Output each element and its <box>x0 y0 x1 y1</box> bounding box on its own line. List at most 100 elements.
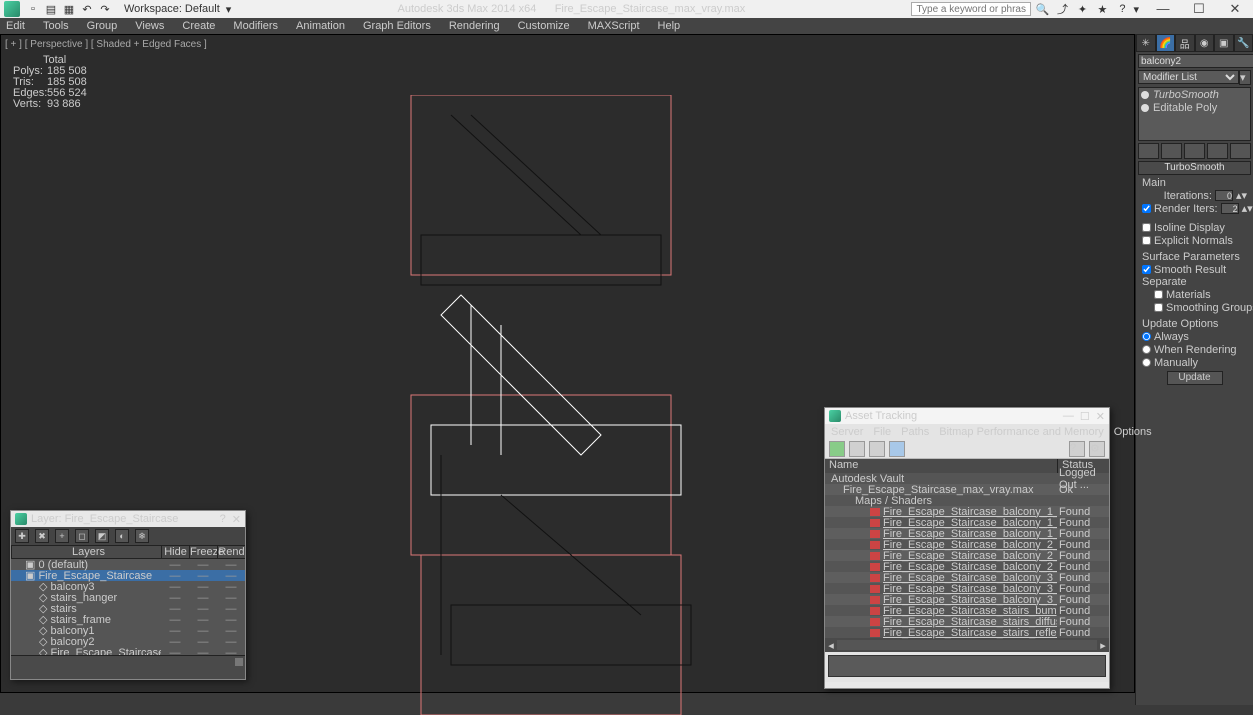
column-header[interactable]: Layers <box>11 546 161 558</box>
make-unique-button[interactable] <box>1184 143 1205 159</box>
layer-scrollbar[interactable] <box>11 655 245 667</box>
asset-row[interactable]: Maps / Shaders <box>825 495 1109 506</box>
asset-row[interactable]: Fire_Escape_Staircase_max_vray.maxOk <box>825 484 1109 495</box>
close-icon[interactable]: ✕ <box>1096 410 1105 423</box>
favorite-icon[interactable]: ★ <box>1093 1 1111 17</box>
render-iters-checkbox[interactable] <box>1142 204 1151 213</box>
workspace-dropdown[interactable]: Workspace: Default <box>118 3 226 15</box>
column-header[interactable]: Rend <box>217 546 245 558</box>
menu-item[interactable]: Server <box>831 426 863 438</box>
new-icon[interactable]: ▫ <box>24 1 42 17</box>
menu-item[interactable]: Group <box>87 20 118 32</box>
help-icon[interactable]: ? <box>1113 1 1131 17</box>
refresh-button[interactable] <box>829 441 845 457</box>
asset-row[interactable]: Fire_Escape_Staircase_balcony_3_diffuse.… <box>825 583 1109 594</box>
menu-item[interactable]: Help <box>658 20 681 32</box>
scroll-track[interactable] <box>837 640 1097 650</box>
column-header[interactable]: Name <box>825 459 1057 473</box>
show-end-result-button[interactable] <box>1161 143 1182 159</box>
open-icon[interactable]: ▤ <box>42 1 60 17</box>
save-icon[interactable]: ▦ <box>60 1 78 17</box>
asset-row[interactable]: Fire_Escape_Staircase_balcony_3_reflecti… <box>825 594 1109 605</box>
delete-layer-button[interactable]: ✖ <box>35 529 49 543</box>
update-manually-radio[interactable] <box>1142 358 1151 367</box>
modifier-list-dropdown[interactable]: Modifier List <box>1138 70 1239 84</box>
menu-item[interactable]: File <box>873 426 891 438</box>
remove-modifier-button[interactable] <box>1207 143 1228 159</box>
layer-dialog-titlebar[interactable]: Layer: Fire_Escape_Staircase ?✕ <box>11 511 245 527</box>
menu-item[interactable]: Edit <box>6 20 25 32</box>
highlight-button[interactable]: ◩ <box>95 529 109 543</box>
menu-item[interactable]: Bitmap Performance and Memory <box>939 426 1103 438</box>
menu-item[interactable]: Animation <box>296 20 345 32</box>
link-icon[interactable]: ⤴ <box>1053 1 1071 17</box>
asset-dialog-titlebar[interactable]: Asset Tracking —☐✕ <box>825 408 1109 424</box>
menu-item[interactable]: Views <box>135 20 164 32</box>
close-icon[interactable]: ✕ <box>232 513 241 526</box>
asset-tracking-dialog[interactable]: Asset Tracking —☐✕ ServerFilePathsBitmap… <box>824 407 1110 689</box>
update-always-radio[interactable] <box>1142 332 1151 341</box>
menu-item[interactable]: Customize <box>518 20 570 32</box>
tab-modify[interactable]: 🌈 <box>1156 34 1176 52</box>
undo-icon[interactable]: ↶ <box>78 1 96 17</box>
share-icon[interactable]: ✦ <box>1073 1 1091 17</box>
layer-dialog[interactable]: Layer: Fire_Escape_Staircase ?✕ ✚ ✖ + ◻ … <box>10 510 246 680</box>
help-icon[interactable]: ? <box>220 513 226 526</box>
asset-row[interactable]: Fire_Escape_Staircase_balcony_2_reflecti… <box>825 561 1109 572</box>
menu-item[interactable]: Create <box>182 20 215 32</box>
add-to-layer-button[interactable]: + <box>55 529 69 543</box>
layer-tree[interactable]: ▣ 0 (default)———▣ Fire_Escape_Staircase—… <box>11 559 245 655</box>
menu-item[interactable]: MAXScript <box>588 20 640 32</box>
configure-sets-button[interactable] <box>1230 143 1251 159</box>
maximize-icon[interactable]: ☐ <box>1080 410 1090 423</box>
smoothing-groups-checkbox[interactable] <box>1154 303 1163 312</box>
column-header[interactable]: Freeze <box>189 546 217 558</box>
tab-utilities[interactable]: 🔧 <box>1234 34 1253 52</box>
layer-row[interactable]: ◇ Fire_Escape_Staircase——— <box>11 647 245 655</box>
asset-row[interactable]: Fire_Escape_Staircase_balcony_1_diffuse.… <box>825 517 1109 528</box>
tab-display[interactable]: ▣ <box>1214 34 1234 52</box>
asset-row[interactable]: Fire_Escape_Staircase_balcony_1_bump.png… <box>825 506 1109 517</box>
list-view-button[interactable] <box>889 441 905 457</box>
menu-item[interactable]: Rendering <box>449 20 500 32</box>
freeze-unfreeze-button[interactable]: ❄ <box>135 529 149 543</box>
menu-item[interactable]: Modifiers <box>233 20 278 32</box>
column-header[interactable]: Hide <box>161 546 189 558</box>
tab-hierarchy[interactable]: 品 <box>1175 34 1195 52</box>
asset-list[interactable]: Autodesk VaultLogged Out ...Fire_Escape_… <box>825 473 1109 638</box>
pin-stack-button[interactable] <box>1138 143 1159 159</box>
tab-create[interactable]: ✳ <box>1136 34 1156 52</box>
help-button[interactable]: ? <box>1069 441 1085 457</box>
asset-row[interactable]: Fire_Escape_Staircase_balcony_1_reflecti… <box>825 528 1109 539</box>
settings-button[interactable]: ⚙ <box>1089 441 1105 457</box>
modifier-stack[interactable]: TurboSmooth Editable Poly <box>1138 87 1251 141</box>
bulb-icon[interactable] <box>1141 91 1149 99</box>
select-objects-button[interactable]: ◻ <box>75 529 89 543</box>
minimize-icon[interactable]: — <box>1063 410 1074 423</box>
maximize-button[interactable]: ☐ <box>1185 1 1213 17</box>
explicit-normals-checkbox[interactable] <box>1142 236 1151 245</box>
update-button[interactable]: Update <box>1167 371 1223 385</box>
smooth-result-checkbox[interactable] <box>1142 265 1151 274</box>
bulb-icon[interactable] <box>1141 104 1149 112</box>
tab-motion[interactable]: ◉ <box>1195 34 1215 52</box>
scroll-right-icon[interactable]: ▸ <box>1097 639 1109 652</box>
asset-scrollbar[interactable]: ◂ ▸ <box>825 638 1109 652</box>
asset-row[interactable]: Fire_Escape_Staircase_balcony_2_bump.png… <box>825 539 1109 550</box>
redo-icon[interactable]: ↷ <box>96 1 114 17</box>
asset-row[interactable]: Autodesk VaultLogged Out ... <box>825 473 1109 484</box>
menu-item[interactable]: Graph Editors <box>363 20 431 32</box>
menu-item[interactable]: Tools <box>43 20 69 32</box>
update-when-rendering-radio[interactable] <box>1142 345 1151 354</box>
materials-checkbox[interactable] <box>1154 290 1163 299</box>
new-layer-button[interactable]: ✚ <box>15 529 29 543</box>
asset-row[interactable]: Fire_Escape_Staircase_balcony_3_bump.png… <box>825 572 1109 583</box>
menu-item[interactable]: Options <box>1114 426 1152 438</box>
search-input[interactable] <box>911 2 1031 16</box>
table-view-button[interactable] <box>869 441 885 457</box>
tree-view-button[interactable] <box>849 441 865 457</box>
minimize-button[interactable]: — <box>1149 1 1177 17</box>
render-iters-input[interactable] <box>1221 203 1239 214</box>
asset-row[interactable]: Fire_Escape_Staircase_stairs_reflection.… <box>825 627 1109 638</box>
hide-unhide-button[interactable]: ◐ <box>115 529 129 543</box>
